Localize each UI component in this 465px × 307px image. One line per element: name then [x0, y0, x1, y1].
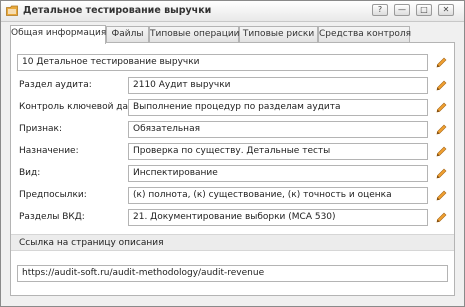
folder-icon	[6, 5, 18, 16]
edit-purpose-pencil-icon[interactable]	[435, 145, 448, 158]
edit-type-pencil-icon[interactable]	[435, 167, 448, 180]
close-button[interactable]: ✕	[438, 4, 454, 16]
description-link-field[interactable]: https://audit-soft.ru/audit-methodology/…	[17, 265, 448, 282]
window-title: Детальное тестирование выручки	[23, 5, 212, 16]
assertions-field[interactable]: (к) полнота, (к) существование, (к) точн…	[128, 187, 428, 204]
purpose-label: Назначение:	[19, 146, 79, 156]
type-label: Вид:	[19, 168, 41, 178]
edit-assertions-pencil-icon[interactable]	[435, 189, 448, 202]
assertions-label: Предпосылки:	[19, 190, 87, 200]
audit-section-label: Раздел аудита:	[19, 80, 92, 90]
edit-audit-section-pencil-icon[interactable]	[435, 79, 448, 92]
attribute-label: Признак:	[19, 124, 62, 134]
type-field[interactable]: Инспектирование	[128, 165, 428, 182]
name-field[interactable]: 10 Детальное тестирование выручки	[17, 54, 428, 71]
purpose-field[interactable]: Проверка по существу. Детальные тесты	[128, 143, 428, 160]
vkd-sections-label: Разделы ВКД:	[19, 212, 85, 222]
tab-controls[interactable]: Средства контроля	[318, 26, 411, 42]
title-bar[interactable]: Детальное тестирование выручки ? — □ ✕	[1, 1, 464, 22]
dialog-window: Детальное тестирование выручки ? — □ ✕ О…	[0, 0, 465, 307]
key-date-control-label: Контроль ключевой даты:	[19, 102, 144, 112]
maximize-button[interactable]: □	[416, 4, 432, 16]
audit-section-field[interactable]: 2110 Аудит выручки	[128, 77, 428, 94]
edit-attribute-pencil-icon[interactable]	[435, 123, 448, 136]
tab-files[interactable]: Файлы	[106, 26, 149, 42]
minimize-button[interactable]: —	[394, 4, 410, 16]
key-date-control-field[interactable]: Выполнение процедур по разделам аудита	[128, 99, 428, 116]
attribute-field[interactable]: Обязательная	[128, 121, 428, 138]
general-info-panel: 10 Детальное тестирование выручки Раздел…	[10, 42, 455, 296]
description-link-section-header: Ссылка на страницу описания	[11, 234, 454, 251]
edit-vkd-sections-pencil-icon[interactable]	[435, 211, 448, 224]
tab-typical-operations[interactable]: Типовые операции	[149, 26, 240, 42]
help-button[interactable]: ?	[372, 4, 388, 16]
edit-name-pencil-icon[interactable]	[435, 56, 448, 69]
tab-typical-risks[interactable]: Типовые риски	[239, 26, 318, 42]
vkd-sections-field[interactable]: 21. Документирование выборки (МСА 530)	[128, 209, 428, 226]
edit-key-date-control-pencil-icon[interactable]	[435, 101, 448, 114]
tab-general-info[interactable]: Общая информация	[10, 25, 106, 44]
